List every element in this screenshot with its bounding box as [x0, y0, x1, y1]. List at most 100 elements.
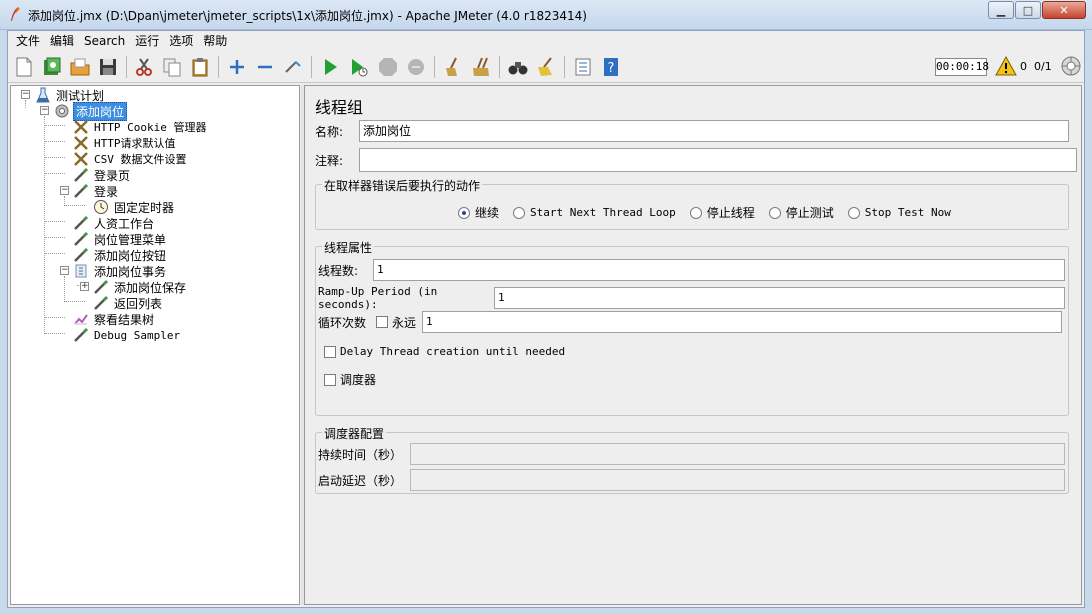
comment-field[interactable]: [359, 148, 1077, 172]
play-icon: [325, 59, 337, 75]
tree-node-label: 固定定时器: [114, 200, 175, 215]
copy-button[interactable]: [159, 54, 185, 80]
collapse-toggle[interactable]: −: [40, 106, 49, 115]
remote-status-icon: [1061, 56, 1081, 76]
menu-edit[interactable]: 编辑: [45, 31, 79, 51]
tree-node-results-tree[interactable]: 察看结果树: [73, 311, 156, 327]
maximize-icon: □: [1022, 3, 1034, 17]
loop-count-field[interactable]: 1: [422, 311, 1063, 333]
delay-thread-creation-checkbox[interactable]: Delay Thread creation until needed: [324, 345, 565, 358]
plus-icon: [230, 60, 244, 74]
tree-node-login[interactable]: 登录: [73, 183, 120, 199]
templates-button[interactable]: [39, 54, 65, 80]
sampler-pipette-icon: [73, 327, 89, 343]
expand-toggle[interactable]: +: [80, 282, 89, 291]
radio-continue[interactable]: 继续: [458, 204, 499, 221]
tree-node-label: 添加岗位按钮: [94, 248, 167, 263]
radio-empty-icon: [768, 206, 781, 219]
scheduler-config-group: 调度器配置 持续时间（秒） 启动延迟（秒）: [315, 425, 1069, 494]
toggle-button[interactable]: [280, 54, 306, 80]
radio-stop-test[interactable]: 停止测试: [768, 204, 834, 221]
error-action-group-title: 在取样器错误后要执行的动作: [322, 177, 483, 194]
maximize-button[interactable]: □: [1015, 1, 1041, 19]
menu-file[interactable]: 文件: [11, 31, 45, 51]
test-plan-tree[interactable]: − 测试计划 − 添加岗位 HTTP Cookie 管理器 HTTP请求默认值 …: [10, 85, 300, 605]
clear-all-button[interactable]: [468, 54, 494, 80]
menu-help[interactable]: 帮助: [198, 31, 232, 51]
expand-all-button[interactable]: [224, 54, 250, 80]
menu-options[interactable]: 选项: [164, 31, 198, 51]
collapse-toggle[interactable]: −: [21, 90, 30, 99]
tree-node-thread-group[interactable]: 添加岗位: [54, 101, 128, 121]
tree-node-csv-config[interactable]: CSV 数据文件设置: [73, 151, 189, 167]
thread-properties-title: 线程属性: [322, 239, 375, 256]
radio-empty-icon: [513, 206, 526, 219]
save-button[interactable]: [95, 54, 121, 80]
tree-node-login-page[interactable]: 登录页: [73, 167, 132, 183]
cut-button[interactable]: [131, 54, 157, 80]
shutdown-button: [403, 54, 429, 80]
help-button[interactable]: ?: [598, 54, 624, 80]
radio-stop-test-now[interactable]: Stop Test Now: [847, 206, 951, 219]
tree-node-position-menu[interactable]: 岗位管理菜单: [73, 231, 168, 247]
start-button[interactable]: [317, 54, 343, 80]
collapse-toggle[interactable]: −: [60, 186, 69, 195]
play-no-timer-icon: [352, 59, 368, 77]
paste-button[interactable]: [187, 54, 213, 80]
tree-node-debug-sampler[interactable]: Debug Sampler: [73, 327, 182, 343]
menu-search[interactable]: Search: [79, 31, 130, 51]
radio-stop-thread[interactable]: 停止线程: [689, 204, 755, 221]
menu-run[interactable]: 运行: [130, 31, 164, 51]
function-helper-button[interactable]: [570, 54, 596, 80]
radio-label: 停止线程: [706, 206, 755, 220]
tree-node-add-position-button[interactable]: 添加岗位按钮: [73, 247, 168, 263]
tree-node-add-position-save[interactable]: 添加岗位保存: [93, 279, 188, 295]
radio-selected-icon: [458, 206, 470, 219]
sampler-pipette-icon: [73, 215, 89, 231]
radio-label: Stop Test Now: [864, 206, 951, 219]
name-label: 名称:: [315, 124, 344, 139]
start-no-pauses-button[interactable]: [345, 54, 371, 80]
tree-node-constant-timer[interactable]: 固定定时器: [93, 199, 176, 215]
sampler-pipette-icon: [73, 231, 89, 247]
new-button[interactable]: [11, 54, 37, 80]
clock-icon: [93, 199, 109, 215]
tree-node-label: 登录页: [94, 168, 131, 183]
tree-node-transaction[interactable]: 添加岗位事务: [73, 263, 168, 279]
radio-start-next-loop[interactable]: Start Next Thread Loop: [513, 206, 676, 219]
help-question-icon: ?: [604, 58, 618, 76]
sampler-error-action-group: 在取样器错误后要执行的动作 继续 Start Next Thread Loop …: [315, 177, 1069, 230]
tree-node-label: Debug Sampler: [94, 328, 181, 342]
collapse-toggle[interactable]: −: [60, 266, 69, 275]
sampler-pipette-icon: [73, 167, 89, 183]
minus-icon: [258, 65, 272, 69]
sampler-pipette-icon: [93, 279, 109, 295]
open-folder-icon: [70, 58, 90, 76]
search-button[interactable]: [505, 54, 531, 80]
open-button[interactable]: [67, 54, 93, 80]
tree-node-label: 添加岗位事务: [94, 264, 167, 279]
clear-broom-icon: [446, 57, 457, 76]
minimize-button[interactable]: ▁: [988, 1, 1014, 19]
gear-icon: [54, 103, 70, 119]
tree-node-hr-workbench[interactable]: 人资工作台: [73, 215, 156, 231]
tree-node-cookie-manager[interactable]: HTTP Cookie 管理器: [73, 119, 208, 135]
collapse-all-button[interactable]: [252, 54, 278, 80]
close-button[interactable]: ✕: [1042, 1, 1086, 19]
warning-triangle-icon[interactable]: [995, 56, 1017, 76]
tree-node-return-list[interactable]: 返回列表: [93, 295, 164, 311]
rampup-field[interactable]: 1: [494, 287, 1065, 309]
tree-node-http-defaults[interactable]: HTTP请求默认值: [73, 135, 178, 151]
forever-checkbox[interactable]: 永远: [376, 314, 416, 331]
svg-text:?: ?: [608, 61, 615, 76]
name-field[interactable]: 添加岗位: [359, 120, 1069, 142]
radio-empty-icon: [847, 206, 860, 219]
binoculars-icon: [508, 62, 528, 75]
clear-button[interactable]: [440, 54, 466, 80]
scheduler-checkbox[interactable]: 调度器: [324, 371, 376, 388]
threads-field[interactable]: 1: [373, 259, 1065, 281]
config-tools-icon: [73, 151, 89, 167]
reset-search-button[interactable]: [533, 54, 559, 80]
config-tools-icon: [73, 135, 89, 151]
stop-octagon-icon: [379, 58, 397, 76]
